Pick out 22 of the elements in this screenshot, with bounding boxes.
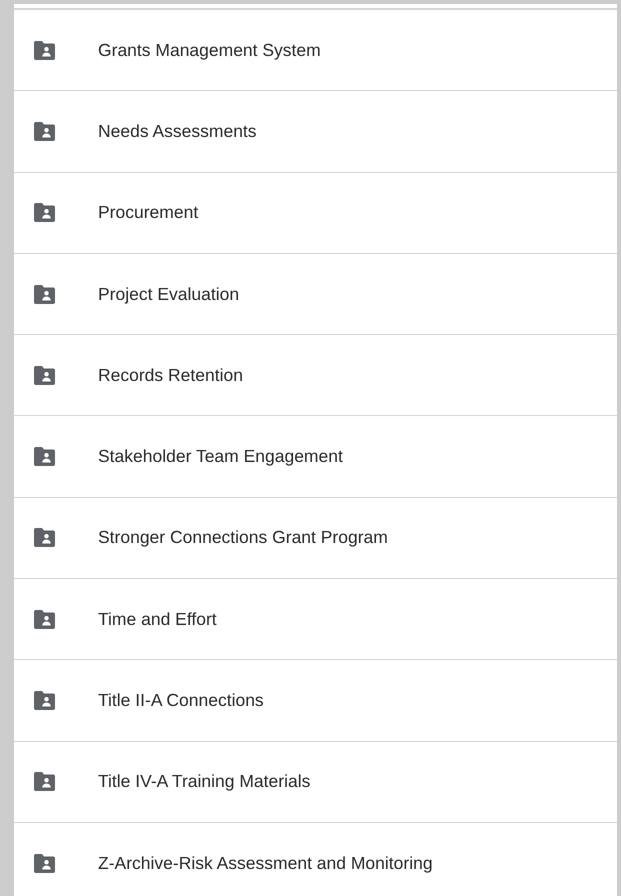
- folder-name[interactable]: Time and Effort: [98, 608, 217, 630]
- shared-folder-icon: [34, 772, 55, 792]
- folder-name[interactable]: Z-Archive-Risk Assessment and Monitoring: [98, 852, 433, 874]
- folder-name[interactable]: Project Evaluation: [98, 284, 240, 305]
- folder-name[interactable]: Grants Management System: [98, 40, 321, 61]
- folder-name[interactable]: Title IV-A Training Materials: [98, 771, 310, 792]
- shared-folder-icon: [34, 40, 55, 60]
- shared-folder-icon: [34, 610, 55, 629]
- shared-folder-icon: [34, 528, 55, 548]
- shared-folder-icon: [34, 122, 55, 141]
- shared-folder-icon: [34, 854, 55, 873]
- folder-name[interactable]: Procurement: [98, 202, 198, 224]
- shared-folder-icon: [34, 447, 55, 466]
- folder-name[interactable]: Title II-A Connections: [98, 690, 264, 712]
- shared-folder-icon: [34, 691, 55, 710]
- shared-folder-icon: [34, 366, 55, 385]
- shared-folder-icon: [34, 284, 55, 304]
- folder-name[interactable]: Stronger Connections Grant Program: [98, 527, 388, 548]
- shared-folder-icon: [34, 203, 55, 222]
- folder-name[interactable]: Needs Assessments: [98, 120, 257, 142]
- folder-name[interactable]: Stakeholder Team Engagement: [98, 446, 343, 468]
- folder-name[interactable]: Records Retention: [98, 364, 243, 386]
